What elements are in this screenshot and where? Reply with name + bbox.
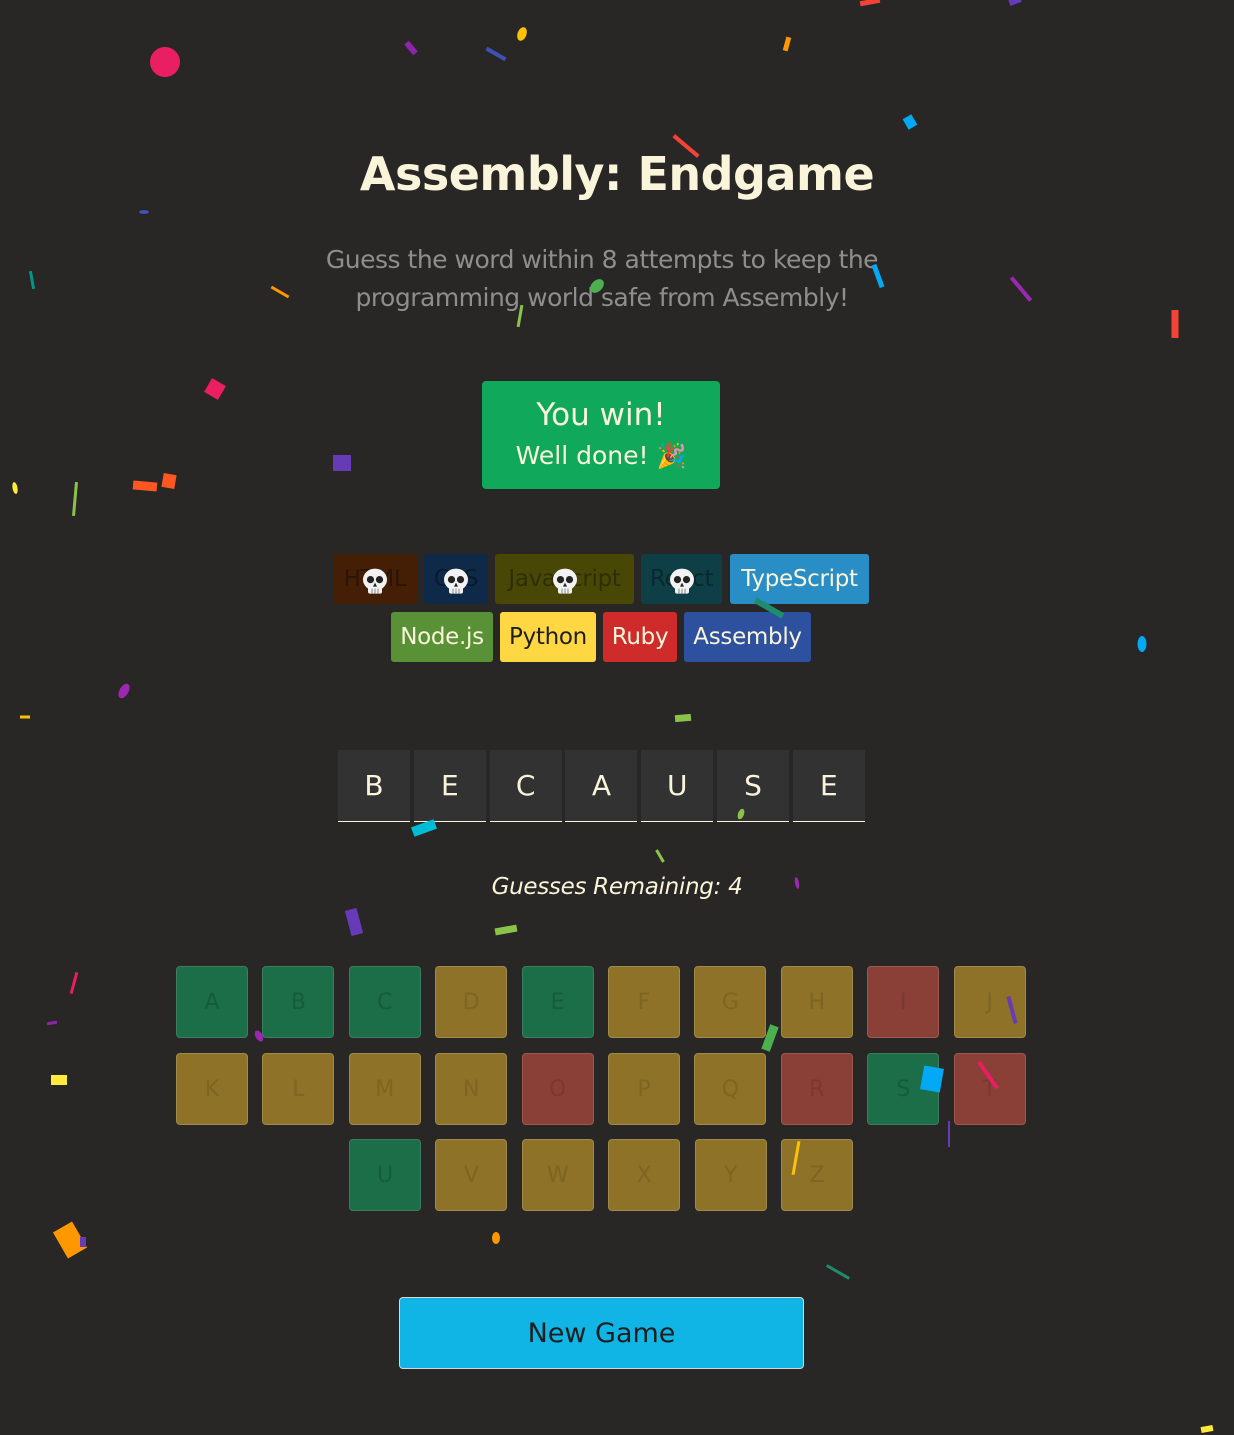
- key-r[interactable]: R: [780, 1053, 853, 1125]
- word-letter: U: [641, 750, 714, 822]
- key-o[interactable]: O: [521, 1053, 594, 1125]
- key-k[interactable]: K: [176, 1053, 248, 1125]
- key-g[interactable]: G: [694, 966, 767, 1038]
- language-chip-css: CSS: [424, 554, 488, 604]
- new-game-button[interactable]: New Game: [399, 1297, 804, 1369]
- word-letter: S: [717, 750, 789, 822]
- party-popper-icon: 🎉: [656, 442, 687, 470]
- key-l[interactable]: L: [262, 1053, 335, 1125]
- key-q[interactable]: Q: [694, 1053, 767, 1125]
- language-name: Python: [509, 624, 587, 650]
- game-instructions: Guess the word within 8 attempts to keep…: [325, 245, 879, 312]
- key-d[interactable]: D: [435, 966, 508, 1038]
- key-w[interactable]: W: [521, 1139, 594, 1211]
- word-letter: E: [413, 750, 486, 822]
- key-u[interactable]: U: [349, 1139, 421, 1211]
- language-chip-javascript: JavaScript: [495, 554, 634, 604]
- status-message: Well done!: [515, 441, 649, 470]
- language-name: Node.js: [400, 624, 484, 650]
- page-title: Assembly: Endgame: [359, 147, 875, 201]
- key-i[interactable]: I: [867, 966, 940, 1038]
- word-letter: C: [489, 750, 562, 822]
- skull-icon: [667, 565, 697, 595]
- status-title: You win!: [536, 397, 666, 433]
- word-letter: A: [565, 750, 638, 822]
- key-a[interactable]: A: [176, 966, 248, 1038]
- key-v[interactable]: V: [435, 1139, 508, 1211]
- language-chip-assembly: Assembly: [684, 612, 811, 662]
- word-letter: B: [338, 750, 410, 822]
- key-m[interactable]: M: [348, 1053, 421, 1125]
- language-chip-typescript: TypeScript: [730, 554, 869, 604]
- language-name: Ruby: [611, 624, 669, 650]
- key-p[interactable]: P: [608, 1053, 680, 1125]
- key-z[interactable]: Z: [781, 1139, 853, 1211]
- key-f[interactable]: F: [608, 966, 680, 1038]
- skull-icon: [441, 565, 471, 595]
- skull-icon: [550, 565, 580, 595]
- language-name: Assembly: [693, 624, 802, 650]
- language-chip-python: Python: [500, 612, 596, 662]
- word-letter: E: [792, 750, 865, 822]
- key-h[interactable]: H: [780, 966, 853, 1038]
- guesses-remaining: Guesses Remaining: 4: [491, 874, 743, 900]
- key-b[interactable]: B: [262, 966, 335, 1038]
- game-app: Assembly: Endgame Guess the word within …: [0, 0, 1234, 1435]
- key-s[interactable]: S: [867, 1053, 940, 1125]
- key-t[interactable]: T: [953, 1053, 1026, 1125]
- key-x[interactable]: X: [608, 1139, 681, 1211]
- language-chip-ruby: Ruby: [603, 612, 677, 662]
- key-e[interactable]: E: [521, 966, 594, 1038]
- key-c[interactable]: C: [348, 966, 421, 1038]
- language-chip-html: HTML: [333, 554, 417, 604]
- language-chip-react: React: [641, 554, 722, 604]
- status-message-row: Well done! 🎉: [482, 438, 720, 474]
- language-name: TypeScript: [741, 566, 858, 592]
- key-j[interactable]: J: [953, 966, 1026, 1038]
- language-chip-nodejs: Node.js: [391, 612, 493, 662]
- key-y[interactable]: Y: [694, 1139, 767, 1211]
- key-n[interactable]: N: [435, 1053, 508, 1125]
- win-status-banner: You win! Well done! 🎉: [482, 381, 720, 489]
- skull-icon: [360, 565, 390, 595]
